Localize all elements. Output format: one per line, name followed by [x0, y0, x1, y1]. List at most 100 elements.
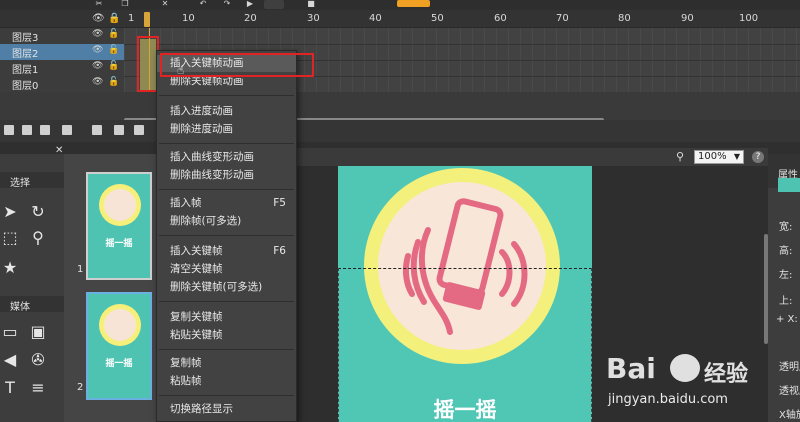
- rectangle-icon[interactable]: ▭: [0, 322, 20, 342]
- hand-cursor-icon: ☝: [177, 63, 185, 77]
- frame-ruler[interactable]: 1 10 20 30 40 50 60 70 80 90 100: [124, 10, 800, 28]
- thumbnail-caption: 摇一摇: [105, 359, 133, 369]
- layer-row-selected[interactable]: 图层2 👁 🔓: [0, 44, 124, 60]
- search-icon[interactable]: ⚲: [676, 150, 684, 163]
- menu-item-label: 粘贴帧: [170, 375, 202, 387]
- frame-option-icon[interactable]: [92, 125, 102, 135]
- copy-icon[interactable]: ❐: [120, 0, 130, 8]
- menu-separator: [159, 189, 294, 190]
- color-swatch[interactable]: [778, 178, 800, 192]
- layer-row[interactable]: 图层0 👁 🔓: [0, 76, 124, 92]
- eye-icon[interactable]: 👁: [92, 29, 103, 39]
- ruler-tick: 90: [681, 13, 694, 24]
- paragraph-icon[interactable]: ≡: [28, 378, 48, 398]
- menu-item-insert-keyframe[interactable]: 插入关键帧 F6: [157, 243, 296, 260]
- menu-item-label: 删除进度动画: [170, 123, 233, 135]
- redo-icon[interactable]: ↷: [222, 0, 232, 8]
- timeline-empty-area: [0, 92, 800, 120]
- menu-item-delete-frame[interactable]: 删除帧(可多选): [157, 213, 296, 230]
- eye-icon[interactable]: 👁: [92, 45, 103, 55]
- prop-label: + X:: [776, 314, 798, 325]
- trash-icon[interactable]: [40, 125, 50, 135]
- editor-window: ✂ ❐ ✕ ↶ ↷ ▶ ■ 👁 🔒 1 10 20 30 40 50 60 70…: [0, 0, 800, 422]
- lock-icon[interactable]: 🔒: [108, 13, 120, 24]
- menu-item-paste-frame[interactable]: 粘贴帧: [157, 373, 296, 390]
- new-layer-icon[interactable]: [4, 125, 14, 135]
- layer-row[interactable]: 图层3 👁 🔓: [0, 28, 124, 44]
- page-thumbnail-selected[interactable]: 摇一摇: [86, 292, 152, 400]
- stage-phone-disk[interactable]: [378, 182, 546, 350]
- menu-item-insert-curve-animation[interactable]: 插入曲线变形动画: [157, 149, 296, 166]
- publish-button[interactable]: [397, 0, 430, 7]
- menu-item-delete-keyframe[interactable]: 删除关键帧(可多选): [157, 279, 296, 296]
- menu-item-paste-keyframe[interactable]: 粘贴关键帧: [157, 327, 296, 344]
- video-icon[interactable]: ✇: [28, 350, 48, 370]
- new-folder-icon[interactable]: [22, 125, 32, 135]
- ruler-tick: 60: [494, 13, 507, 24]
- star-icon[interactable]: ★: [0, 258, 20, 278]
- eye-icon[interactable]: 👁: [92, 61, 103, 71]
- menu-separator: [159, 349, 294, 350]
- transform-icon[interactable]: ⬚: [0, 228, 20, 248]
- ruler-tick: 50: [431, 13, 444, 24]
- tool-section-header[interactable]: 媒体: [0, 296, 64, 313]
- playhead[interactable]: [144, 12, 150, 27]
- thumbnail-caption: 摇一摇: [105, 239, 133, 249]
- zoom-select[interactable]: 100% ▼: [694, 150, 744, 164]
- page-thumbnail[interactable]: 摇一摇: [86, 172, 152, 280]
- delete-icon[interactable]: ✕: [160, 0, 170, 8]
- play-icon[interactable]: ▶: [245, 0, 255, 8]
- ruler-tick: 20: [244, 13, 257, 24]
- menu-item-insert-progress-animation[interactable]: 插入进度动画: [157, 103, 296, 120]
- stop-icon[interactable]: ■: [306, 0, 316, 8]
- layer-row[interactable]: 图层1 👁 🔓: [0, 60, 124, 76]
- image-icon[interactable]: ▣: [28, 322, 48, 342]
- undo-icon[interactable]: ↶: [198, 0, 208, 8]
- timeline-panel: 👁 🔒 1 10 20 30 40 50 60 70 80 90 100 图层3…: [0, 10, 800, 122]
- frame-option-icon[interactable]: [134, 125, 144, 135]
- lock-icon[interactable]: 🔓: [108, 45, 119, 55]
- ruler-tick: 1: [128, 13, 135, 24]
- tool-section-label: 选择: [10, 178, 30, 189]
- menu-item-label: 复制关键帧: [170, 311, 223, 323]
- ruler-tick: 100: [739, 13, 759, 24]
- layer-toolbar: [0, 120, 800, 142]
- thumbnail-phone-graphic: [104, 189, 136, 221]
- lock-icon[interactable]: 🔓: [108, 29, 119, 39]
- menu-item-delete-progress-animation[interactable]: 删除进度动画: [157, 121, 296, 138]
- eye-icon[interactable]: 👁: [92, 77, 103, 87]
- zoom-icon[interactable]: ⚲: [28, 228, 48, 248]
- shaking-phone-icon: [402, 198, 528, 335]
- menu-item-label: 切换路径显示: [170, 403, 233, 415]
- menu-item-insert-frame[interactable]: 插入帧 F5: [157, 195, 296, 212]
- page-list: 摇一摇 1 摇一摇 2: [64, 154, 158, 422]
- menu-item-delete-curve-animation[interactable]: 删除曲线变形动画: [157, 167, 296, 184]
- frame-option-icon[interactable]: [114, 125, 124, 135]
- menu-item-toggle-path[interactable]: 切换路径显示: [157, 401, 296, 418]
- menu-item-clear-keyframe[interactable]: 清空关键帧: [157, 261, 296, 278]
- zoom-value: 100%: [698, 151, 727, 162]
- cut-icon[interactable]: ✂: [94, 0, 104, 8]
- ruler-tick: 70: [556, 13, 569, 24]
- pause-button[interactable]: [264, 0, 284, 9]
- rotate-icon[interactable]: ↻: [28, 202, 48, 222]
- menu-item-copy-frame[interactable]: 复制帧: [157, 355, 296, 372]
- tool-section-label: 媒体: [10, 302, 30, 313]
- stage-page[interactable]: 摇一摇: [338, 166, 592, 422]
- select-arrow-icon[interactable]: ➤: [0, 202, 20, 222]
- layer-option-icon[interactable]: [62, 125, 72, 135]
- prop-label: 高:: [779, 246, 793, 257]
- sound-icon[interactable]: ◀: [0, 350, 20, 370]
- stage-caption[interactable]: 摇一摇: [338, 394, 592, 422]
- layer-name: 图层3: [12, 33, 39, 44]
- text-tool-icon[interactable]: T: [0, 378, 20, 398]
- menu-item-label: 插入进度动画: [170, 105, 233, 117]
- lock-icon[interactable]: 🔓: [108, 61, 119, 71]
- prop-label: 宽:: [779, 222, 793, 233]
- tool-section-header[interactable]: 选择: [0, 172, 64, 189]
- menu-item-copy-keyframe[interactable]: 复制关键帧: [157, 309, 296, 326]
- help-icon[interactable]: ?: [752, 151, 764, 163]
- eye-icon[interactable]: 👁: [92, 13, 105, 24]
- prop-label: 左:: [779, 270, 793, 281]
- lock-icon[interactable]: 🔓: [108, 77, 119, 87]
